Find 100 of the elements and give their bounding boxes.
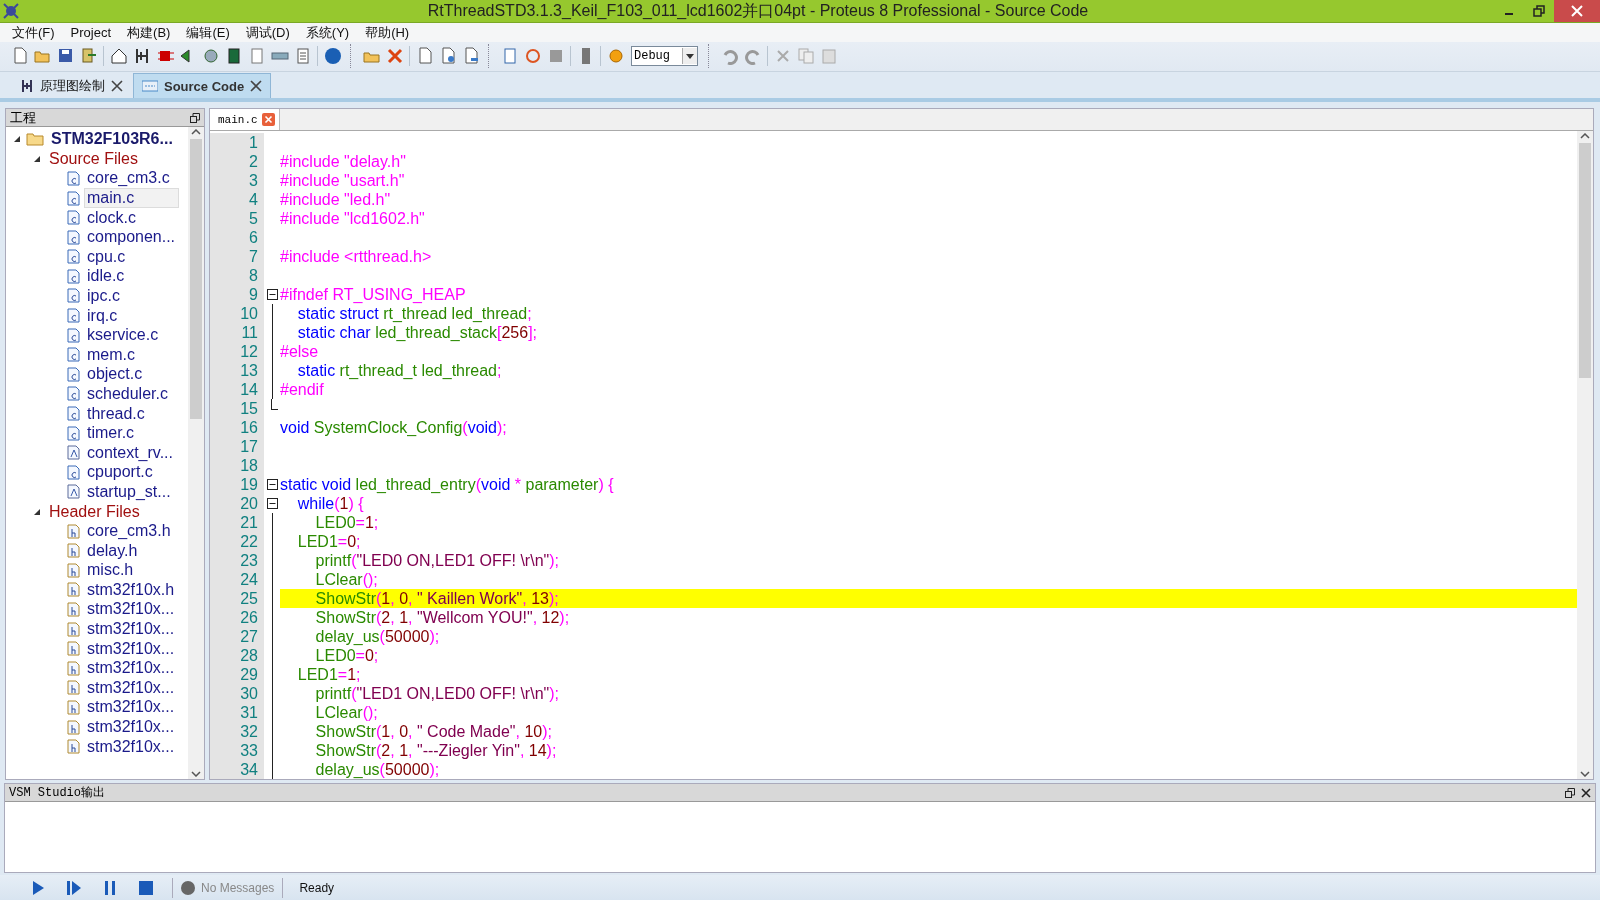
code-icon [142,80,158,93]
configuration-dropdown[interactable]: Debug [631,46,698,67]
menu-item[interactable]: Project [62,25,120,41]
tree-item[interactable]: timer.c [84,423,138,444]
tree-item[interactable]: Source Files [46,148,141,169]
expanded-arrow-icon[interactable] [33,154,41,163]
menu-item[interactable]: 帮助(H) [357,23,418,42]
tree-item[interactable]: STM32F103R6... [48,129,176,150]
line-number: 19 [210,475,264,495]
line-number: 17 [210,437,264,457]
header-file-icon [66,719,80,735]
dropdown-caret-icon [686,53,694,59]
float-window-icon[interactable] [190,112,200,123]
tree-item[interactable]: main.c [84,188,180,208]
tree-item[interactable]: stm32f10x... [84,599,178,620]
scrollbar-thumb[interactable] [190,139,202,420]
tree-item[interactable]: cpuport.c [84,462,156,483]
code-line: void SystemClock_Config(void); [280,418,508,438]
fold-toggle-icon[interactable] [266,498,278,510]
line-number: 33 [210,741,264,761]
tree-item[interactable]: stm32f10x... [84,638,178,659]
c-file-icon [66,425,80,441]
menu-item[interactable]: 文件(F) [4,23,63,42]
assembly-file-icon [66,445,80,461]
code-line: #include "led.h" [280,190,392,210]
menu-item[interactable]: 编辑(E) [178,23,238,42]
float-window-icon[interactable] [1565,787,1575,798]
line-number: 34 [210,760,264,780]
menu-item[interactable]: 构建(B) [119,23,179,42]
close-icon[interactable] [1581,787,1591,798]
step-icon[interactable] [66,879,82,896]
close-icon[interactable] [250,80,263,93]
header-file-icon [66,660,80,676]
pause-icon[interactable] [103,879,117,896]
code-line: #include "lcd1602.h" [280,209,426,229]
line-number: 11 [210,323,264,343]
rebuild-icon[interactable] [523,47,542,66]
line-number: 16 [210,418,264,438]
code-line: LED0=0; [314,646,380,666]
document-tab[interactable]: Source Code [133,73,272,99]
tree-item[interactable]: misc.h [84,560,137,581]
tree-item[interactable]: stm32f10x... [84,697,178,718]
c-file-icon [66,366,80,382]
c-file-icon [66,288,80,304]
tree-item[interactable]: stm32f10x... [84,619,178,640]
tree-item[interactable]: stm32f10x... [84,717,178,738]
tree-item[interactable]: core_cm3.h [84,521,174,542]
line-number: 31 [210,703,264,723]
delete-icon[interactable] [385,47,404,66]
scroll-up-icon[interactable] [1580,133,1590,140]
menu-item[interactable]: 调试(D) [237,23,298,42]
tree-item[interactable]: stm32f10x... [84,658,178,679]
header-file-icon [66,641,80,657]
scroll-up-icon[interactable] [191,129,201,136]
file-tab[interactable]: main.c [210,109,280,131]
line-number: 20 [210,494,264,514]
stop-icon[interactable] [139,880,153,895]
tree-item[interactable]: thread.c [84,403,148,424]
tree-item[interactable]: core_cm3.c [84,168,173,189]
expanded-arrow-icon[interactable] [33,507,41,516]
fold-toggle-icon[interactable] [266,289,278,301]
c-file-icon [66,347,80,363]
header-file-icon [66,562,80,578]
scroll-down-icon[interactable] [1580,771,1590,778]
tree-item[interactable]: cpu.c [84,246,129,267]
tree-item[interactable]: stm32f10x.h [84,579,178,600]
tree-item[interactable]: Header Files [46,501,143,522]
code-line: static struct rt_thread led_thread; [296,304,533,324]
scroll-down-icon[interactable] [191,771,201,778]
tree-item[interactable]: scheduler.c [84,383,171,404]
play-icon[interactable] [31,879,45,896]
panel-title: VSM Studio输出 [9,785,106,802]
code-line: while(1) { [296,494,365,514]
tree-item[interactable]: mem.c [84,344,138,365]
close-icon[interactable] [111,80,123,93]
tree-item[interactable]: stm32f10x... [84,736,178,757]
tree-item[interactable]: irq.c [84,305,121,326]
tree-item[interactable]: stm32f10x... [84,677,178,698]
tree-item[interactable]: object.c [84,364,146,385]
scrollbar-thumb[interactable] [1579,143,1591,379]
tree-item[interactable]: ipc.c [84,285,123,306]
tree-item[interactable]: delay.h [84,540,141,561]
tree-item[interactable]: clock.c [84,207,139,228]
line-number: 13 [210,361,264,381]
c-file-icon [66,268,80,284]
tree-item[interactable]: idle.c [84,266,128,287]
home-icon[interactable] [109,47,128,66]
tree-item[interactable]: context_rv... [84,442,176,463]
line-number: 18 [210,456,264,476]
expanded-arrow-icon[interactable] [13,135,21,144]
tree-item[interactable]: startup_st... [84,481,174,502]
code-line: #endif [280,380,325,400]
line-number: 28 [210,646,264,666]
restore-icon[interactable] [1533,5,1545,17]
code-line: ShowStr(2, 1, "---Ziegler Yin", 14); [314,741,558,761]
tree-item[interactable]: componen... [84,227,179,248]
code-line: #include "usart.h" [280,171,406,191]
fold-toggle-icon[interactable] [266,479,278,491]
menu-item[interactable]: 系统(Y) [297,23,358,42]
tree-item[interactable]: kservice.c [84,325,162,346]
